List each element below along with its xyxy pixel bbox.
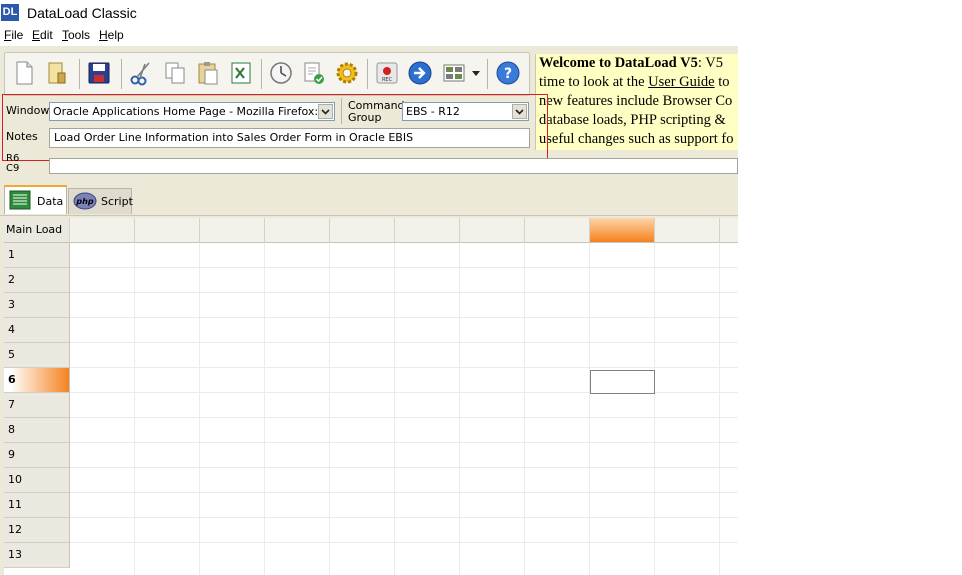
welcome-text: : V5	[697, 55, 723, 71]
row-header[interactable]: 11	[4, 493, 70, 518]
data-grid-icon	[9, 190, 31, 210]
column-header[interactable]	[720, 218, 738, 243]
row-header[interactable]: 7	[4, 393, 70, 418]
grid-line	[70, 317, 738, 318]
layout-icon[interactable]	[440, 59, 468, 87]
data-grid: Main Load 1 2 3 4 5 6 7 8 9 10 11 12 13	[4, 218, 738, 575]
php-icon: php	[73, 192, 97, 210]
grid-line	[70, 442, 738, 443]
save-icon[interactable]	[85, 59, 113, 87]
menu-help-label: elp	[107, 28, 124, 42]
welcome-text: useful changes such as support fo	[539, 131, 734, 147]
grid-line	[70, 292, 738, 293]
column-header[interactable]	[525, 218, 590, 243]
menu-tools[interactable]: Tools	[62, 28, 90, 42]
menu-help-accel: H	[99, 28, 108, 42]
menu-bar: File Edit Tools Help	[0, 26, 738, 46]
title-bar: DL DataLoad Classic	[0, 0, 738, 27]
grid-corner-label: Main Load	[4, 218, 70, 243]
column-header[interactable]	[460, 218, 525, 243]
row-header[interactable]: 5	[4, 343, 70, 368]
menu-edit-accel: E	[32, 28, 41, 42]
row-header[interactable]: 8	[4, 418, 70, 443]
grid-line	[70, 342, 738, 343]
run-arrow-icon[interactable]	[406, 59, 434, 87]
grid-line	[70, 517, 738, 518]
row-header[interactable]: 9	[4, 443, 70, 468]
row-header[interactable]: 4	[4, 318, 70, 343]
record-icon[interactable]: REC	[373, 59, 401, 87]
user-guide-link[interactable]: User Guide	[648, 74, 714, 90]
menu-file[interactable]: File	[4, 28, 23, 42]
menu-edit[interactable]: Edit	[32, 28, 53, 42]
menu-help[interactable]: Help	[99, 28, 124, 42]
tab-script[interactable]: php Script	[68, 188, 133, 214]
help-icon[interactable]: ?	[494, 59, 522, 87]
menu-edit-label: dit	[40, 28, 53, 42]
toolbar-separator	[367, 59, 368, 89]
toolbar-separator	[487, 59, 488, 89]
column-header-active[interactable]	[590, 218, 655, 243]
welcome-banner: Welcome to DataLoad V5: V5 time to look …	[535, 54, 738, 150]
menu-file-label: ile	[11, 28, 24, 42]
copy-icon[interactable]	[161, 59, 189, 87]
row-header[interactable]: 3	[4, 293, 70, 318]
row-header[interactable]: 1	[4, 243, 70, 268]
welcome-text: new features include Browser Co	[539, 93, 733, 109]
tab-data-label: Data	[37, 195, 64, 208]
tab-bar: Data php Script	[0, 185, 738, 216]
row-header[interactable]: 12	[4, 518, 70, 543]
active-cell[interactable]	[590, 370, 655, 394]
row-header-active[interactable]: 6	[4, 368, 70, 393]
row-header[interactable]: 2	[4, 268, 70, 293]
column-header[interactable]	[655, 218, 720, 243]
settings-gear-icon[interactable]	[333, 59, 361, 87]
column-header[interactable]	[265, 218, 330, 243]
excel-icon[interactable]	[227, 59, 255, 87]
welcome-text: to	[714, 74, 730, 90]
toolbar-separator	[79, 59, 80, 89]
column-reference: C9	[6, 163, 20, 174]
menu-tools-label: ools	[68, 28, 91, 42]
help-label: ?	[504, 66, 512, 82]
toolbar: REC ?	[4, 52, 530, 96]
column-header[interactable]	[70, 218, 135, 243]
tab-script-label: Script	[101, 195, 133, 208]
toolbar-separator	[121, 59, 122, 89]
welcome-heading: Welcome to DataLoad V5	[539, 55, 698, 71]
new-file-icon[interactable]	[10, 59, 38, 87]
validate-icon[interactable]	[300, 59, 328, 87]
column-header[interactable]	[200, 218, 265, 243]
delay-clock-icon[interactable]	[267, 59, 295, 87]
row-header[interactable]: 10	[4, 468, 70, 493]
cell-value-input[interactable]	[49, 158, 738, 174]
paste-icon[interactable]	[194, 59, 222, 87]
column-header[interactable]	[135, 218, 200, 243]
dropdown-arrow-icon[interactable]	[470, 59, 482, 87]
record-label: REC	[382, 77, 393, 83]
grid-line	[70, 492, 738, 493]
highlight-box	[2, 94, 548, 161]
grid-line	[70, 542, 738, 543]
grid-line	[70, 367, 738, 368]
column-header[interactable]	[395, 218, 460, 243]
row-header[interactable]: 13	[4, 543, 70, 568]
dataload-window: DL DataLoad Classic File Edit Tools Help	[0, 0, 738, 575]
svg-text:php: php	[75, 197, 93, 206]
open-file-icon[interactable]	[43, 59, 71, 87]
welcome-text: database loads, PHP scripting &	[539, 112, 726, 128]
app-logo-icon: DL	[1, 4, 19, 21]
cut-icon[interactable]	[127, 59, 155, 87]
column-header[interactable]	[330, 218, 395, 243]
grid-line	[70, 467, 738, 468]
toolbar-separator	[261, 59, 262, 89]
window-title: DataLoad Classic	[27, 5, 137, 21]
grid-line	[70, 267, 738, 268]
grid-line	[70, 417, 738, 418]
tab-data[interactable]: Data	[4, 185, 67, 214]
welcome-text: time to look at the	[539, 74, 649, 90]
